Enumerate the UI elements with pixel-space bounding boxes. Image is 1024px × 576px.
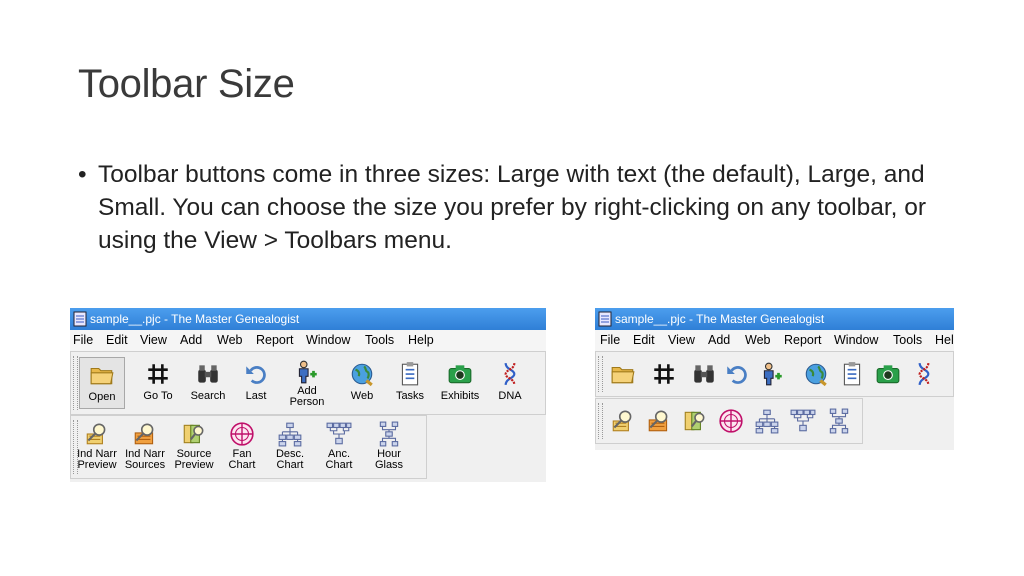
menu-web[interactable]: Web [745,330,770,351]
ancestor-chart-icon[interactable] [790,408,816,434]
menu-view[interactable]: View [140,330,167,351]
go-to-button[interactable]: Go To [135,361,181,402]
window-title: sample__.pjc - The Master Genealogist [90,312,300,326]
open-button[interactable]: Open [79,357,125,409]
fan-chart-button[interactable]: Fan Chart [219,421,265,471]
menu-edit[interactable]: Edit [633,330,655,351]
window-titlebar[interactable]: sample__.pjc - The Master Genealogist [595,308,954,330]
ind-narr-sources-button[interactable]: Ind Narr Sources [121,421,169,471]
undo-arrow-icon [243,361,269,387]
app-icon [73,311,87,327]
main-toolbar: Open Go To Search Last Add Person Web Ta… [70,351,546,415]
app-icon [598,311,612,327]
camera-icon [447,361,473,387]
fan-chart-icon[interactable] [718,408,744,434]
toolbar-grip[interactable] [598,356,603,392]
menu-web[interactable]: Web [217,330,242,351]
menu-help[interactable]: Help [408,330,434,351]
toolbar-grip[interactable] [598,403,603,439]
descendant-chart-icon [277,421,303,447]
menu-add[interactable]: Add [708,330,730,351]
tasks-icon [397,361,423,387]
menu-edit[interactable]: Edit [106,330,128,351]
source-preview-icon [181,421,207,447]
menu-tools[interactable]: Tools [893,330,922,351]
dna-button[interactable]: DNA [487,361,533,402]
ind-narr-preview-icon [84,421,110,447]
ind-narr-sources-icon[interactable] [646,408,672,434]
binoculars-icon [195,361,221,387]
menu-window[interactable]: Window [834,330,878,351]
ind-narr-sources-icon [132,421,158,447]
window-title: sample__.pjc - The Master Genealogist [615,312,825,326]
add-person-icon[interactable] [759,361,785,387]
ancestor-chart-button[interactable]: Anc. Chart [316,421,362,471]
fan-chart-icon [229,421,255,447]
tasks-button[interactable]: Tasks [387,361,433,402]
bullet-dot: • [78,161,87,188]
source-preview-icon[interactable] [682,408,708,434]
menu-tools[interactable]: Tools [365,330,394,351]
menu-file[interactable]: File [600,330,620,351]
folder-icon[interactable] [610,361,636,387]
add-person-icon [294,359,320,385]
hourglass-chart-icon [376,421,402,447]
ancestor-chart-icon [326,421,352,447]
descendant-chart-icon[interactable] [754,408,780,434]
dna-icon[interactable] [911,361,937,387]
hourglass-chart-icon[interactable] [826,408,852,434]
ind-narr-preview-icon[interactable] [610,408,636,434]
menu-help[interactable]: Hel [935,330,954,351]
search-button[interactable]: Search [185,361,231,402]
dna-icon [497,361,523,387]
bullet-text: Toolbar buttons come in three sizes: Lar… [98,161,927,254]
ind-narr-preview-button[interactable]: Ind Narr Preview [73,421,121,471]
menu-view[interactable]: View [668,330,695,351]
descendant-chart-button[interactable]: Desc. Chart [267,421,313,471]
menu-add[interactable]: Add [180,330,202,351]
menu-file[interactable]: File [73,330,93,351]
folder-icon [89,362,115,388]
add-person-button[interactable]: Add Person [283,359,331,408]
window-titlebar[interactable]: sample__.pjc - The Master Genealogist [70,308,546,330]
menu-report[interactable]: Report [256,330,294,351]
screenshot-large-with-text: sample__.pjc - The Master Genealogist Fi… [70,308,546,482]
undo-arrow-icon[interactable] [724,361,750,387]
hash-icon[interactable] [651,361,677,387]
toolbar-grip[interactable] [73,356,78,410]
screenshot-large-no-text: sample__.pjc - The Master Genealogist Fi… [595,308,954,450]
hourglass-chart-button[interactable]: Hour Glass [366,421,412,471]
exhibits-button[interactable]: Exhibits [435,361,485,402]
charts-toolbar: Ind Narr Preview Ind Narr Sources Source… [70,415,427,479]
menu-bar: File Edit View Add Web Report Window Too… [70,330,546,352]
hash-icon [145,361,171,387]
camera-icon[interactable] [875,361,901,387]
globe-icon [349,361,375,387]
source-preview-button[interactable]: Source Preview [170,421,218,471]
menu-report[interactable]: Report [784,330,822,351]
last-button[interactable]: Last [233,361,279,402]
binoculars-icon[interactable] [691,361,717,387]
menu-bar: File Edit View Add Web Report Window Too… [595,330,954,352]
web-button[interactable]: Web [339,361,385,402]
bullet-point: • Toolbar buttons come in three sizes: L… [78,158,958,257]
slide-title: Toolbar Size [78,62,295,106]
charts-toolbar [595,398,863,444]
globe-icon[interactable] [803,361,829,387]
menu-window[interactable]: Window [306,330,350,351]
main-toolbar [595,351,954,397]
tasks-icon[interactable] [839,361,865,387]
